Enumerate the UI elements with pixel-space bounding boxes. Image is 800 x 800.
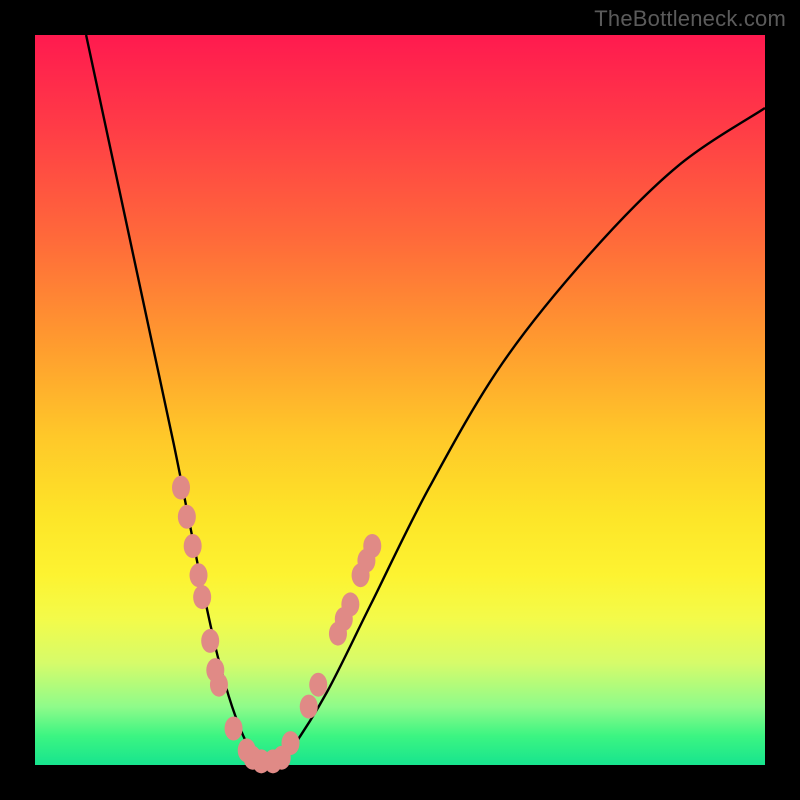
marker-point xyxy=(341,592,359,616)
chart-frame: TheBottleneck.com xyxy=(0,0,800,800)
marker-point xyxy=(172,476,190,500)
markers-group xyxy=(172,476,381,774)
marker-point xyxy=(201,629,219,653)
marker-point xyxy=(300,695,318,719)
marker-point xyxy=(363,534,381,558)
marker-point xyxy=(190,563,208,587)
marker-point xyxy=(193,585,211,609)
marker-point xyxy=(225,717,243,741)
watermark-text: TheBottleneck.com xyxy=(594,6,786,32)
marker-point xyxy=(309,673,327,697)
marker-point xyxy=(178,505,196,529)
chart-svg xyxy=(35,35,765,765)
bottleneck-curve xyxy=(86,35,765,767)
plot-area xyxy=(35,35,765,765)
marker-point xyxy=(184,534,202,558)
marker-point xyxy=(282,731,300,755)
marker-point xyxy=(210,673,228,697)
